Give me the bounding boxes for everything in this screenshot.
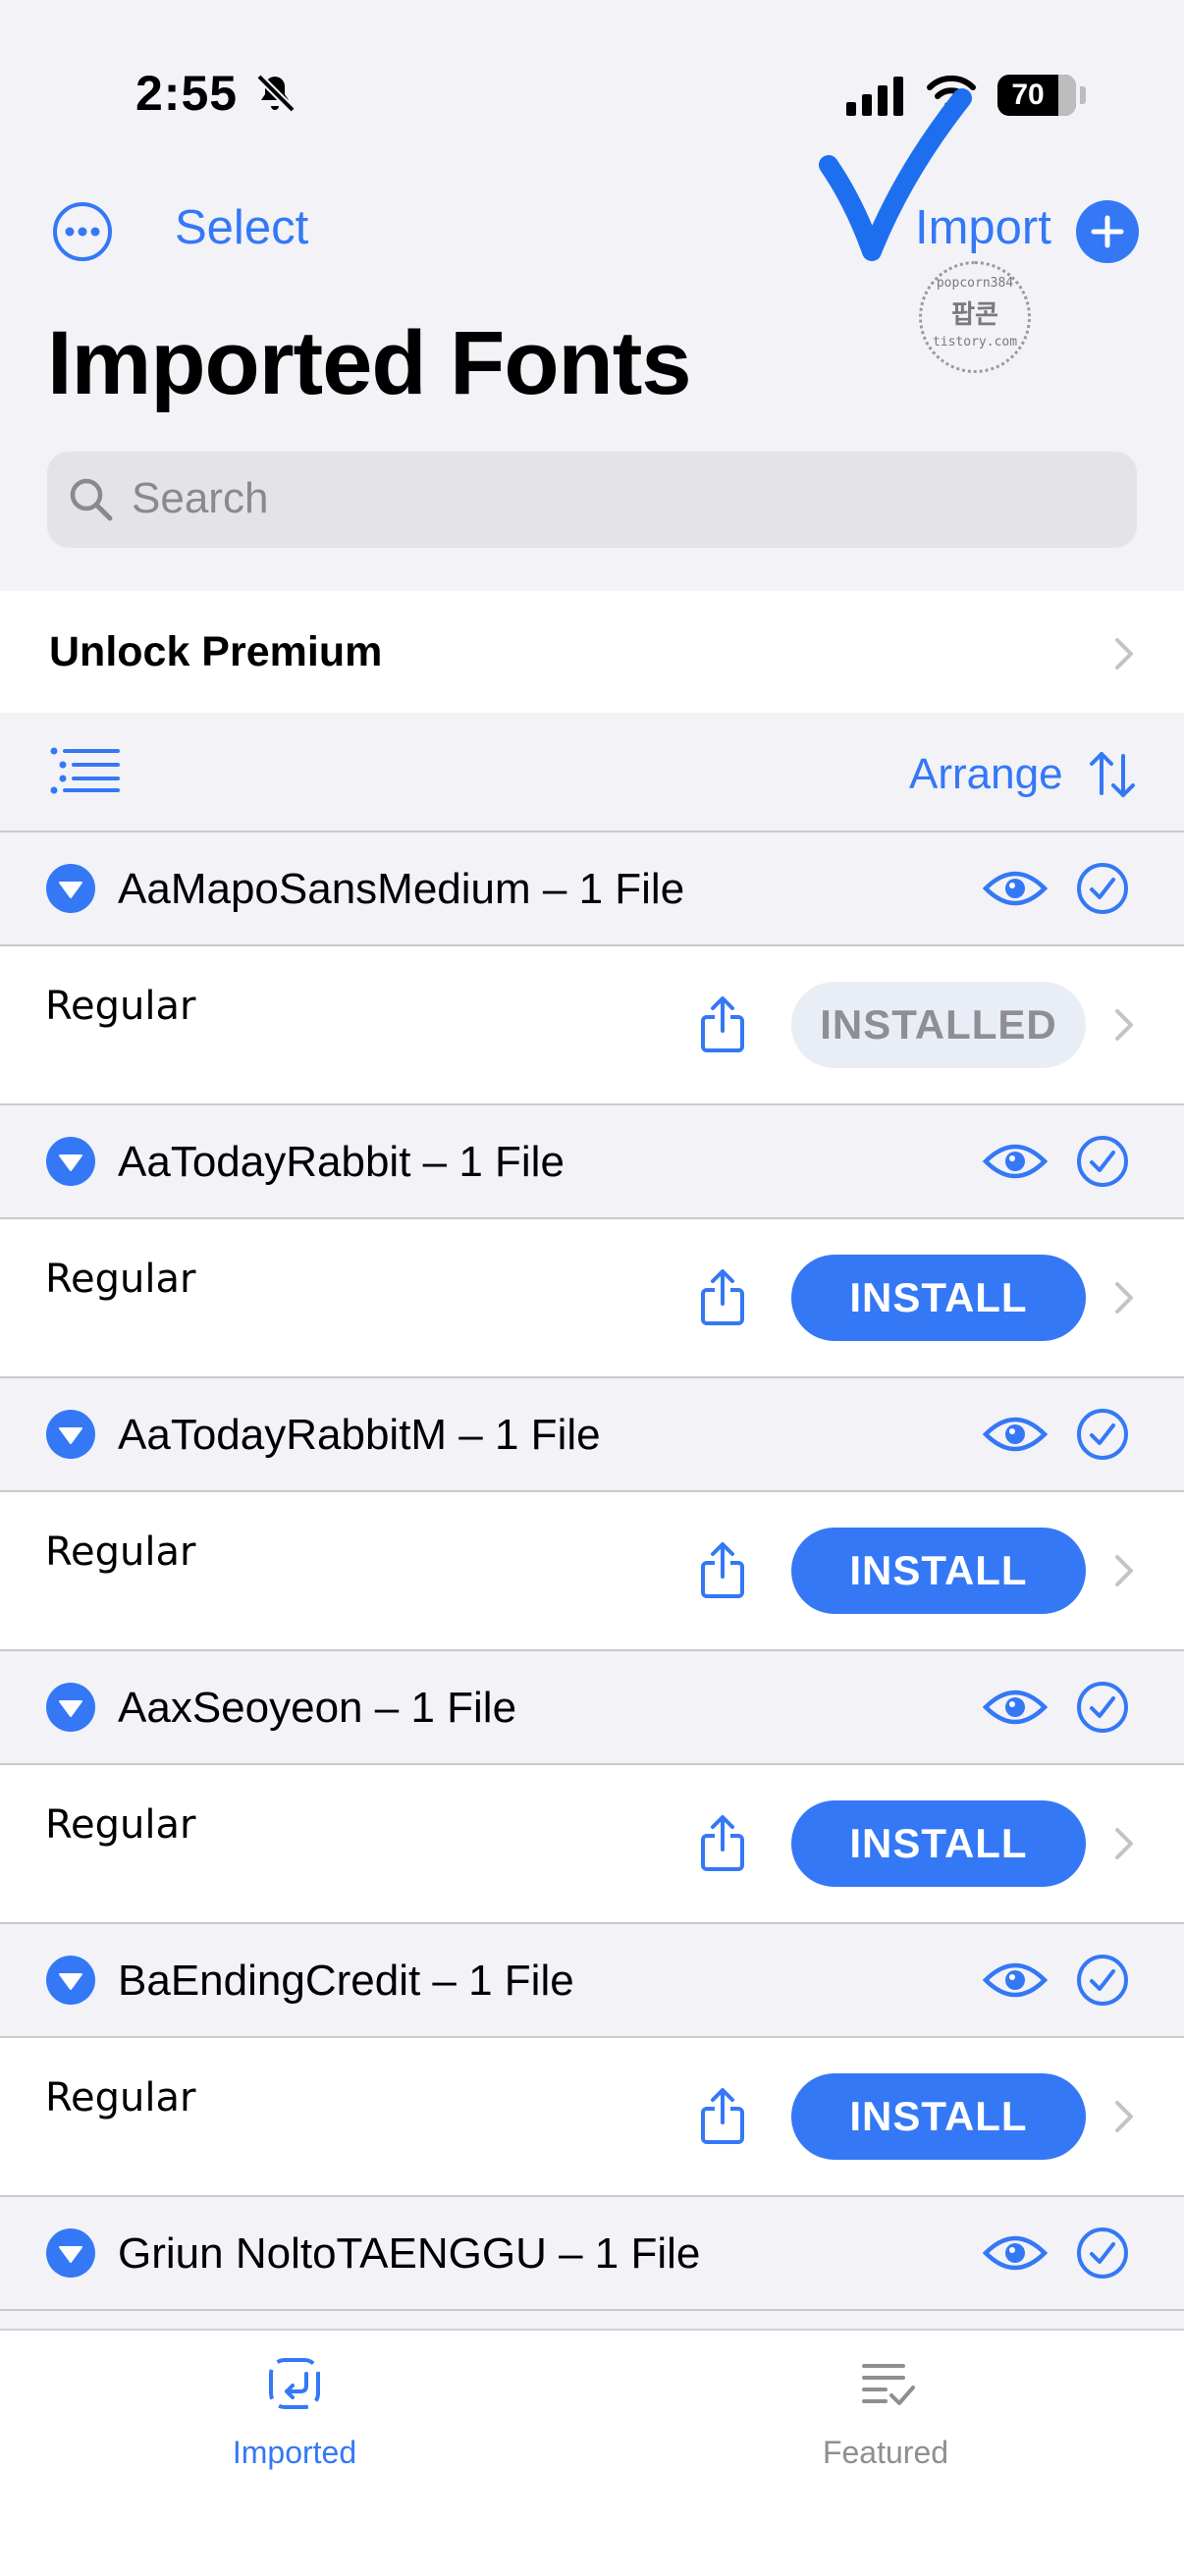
- disclosure-triangle-icon[interactable]: [45, 2227, 96, 2279]
- tab-imported-label: Imported: [232, 2435, 357, 2470]
- watermark-line3: tistory.com: [932, 335, 1018, 349]
- installed-badge: INSTALLED: [791, 982, 1086, 1068]
- preview-eye-icon[interactable]: [982, 1686, 1049, 1729]
- share-icon[interactable]: [697, 1541, 748, 1600]
- chevron-right-icon[interactable]: [1113, 1007, 1135, 1043]
- preview-eye-icon[interactable]: [982, 1413, 1049, 1456]
- battery-cap: [1080, 86, 1086, 104]
- chevron-right-icon[interactable]: [1113, 1826, 1135, 1861]
- font-style-label: Regular: [45, 2075, 196, 2120]
- font-group-title: Griun NoltoTAENGGU – 1 File: [118, 2229, 701, 2278]
- disclosure-triangle-icon[interactable]: [45, 1136, 96, 1187]
- chevron-right-icon[interactable]: [1113, 1553, 1135, 1588]
- select-checkmark-icon[interactable]: [1076, 2227, 1129, 2280]
- disclosure-triangle-icon[interactable]: [45, 863, 96, 914]
- search-placeholder: Search: [132, 474, 269, 522]
- font-group-title: AaTodayRabbit – 1 File: [118, 1138, 565, 1186]
- disclosure-triangle-icon[interactable]: [45, 1682, 96, 1733]
- select-button[interactable]: Select: [175, 200, 308, 255]
- tab-featured[interactable]: Featured: [768, 2352, 1003, 2490]
- select-checkmark-icon[interactable]: [1076, 1954, 1129, 2007]
- row-divider: [0, 2309, 1184, 2311]
- import-button[interactable]: Import: [915, 200, 1051, 255]
- page-title: Imported Fonts: [47, 313, 692, 413]
- search-icon: [70, 478, 113, 521]
- install-button[interactable]: INSTALL: [791, 2073, 1086, 2160]
- chevron-right-icon[interactable]: [1113, 2099, 1135, 2134]
- preview-eye-icon[interactable]: [982, 1140, 1049, 1183]
- featured-list-icon: [862, 2364, 915, 2405]
- share-icon[interactable]: [697, 995, 748, 1054]
- disclosure-triangle-icon[interactable]: [45, 1955, 96, 2006]
- tab-featured-label: Featured: [822, 2435, 949, 2470]
- preview-eye-icon[interactable]: [982, 867, 1049, 910]
- unlock-premium-label: Unlock Premium: [49, 628, 383, 675]
- preview-eye-icon[interactable]: [982, 1959, 1049, 2002]
- font-style-label: Regular: [45, 1802, 196, 1848]
- font-group-title: BaEndingCredit – 1 File: [118, 1957, 574, 2005]
- watermark-line1: popcorn384: [936, 276, 1014, 291]
- sort-arrows-icon[interactable]: [1088, 750, 1137, 799]
- font-style-label: Regular: [45, 1530, 196, 1575]
- font-style-label: Regular: [45, 1257, 196, 1302]
- battery-level: 70: [1011, 79, 1045, 111]
- watermark-stamp: popcorn384 팝콘 tistory.com: [919, 261, 1031, 373]
- watermark-line2: 팝콘: [951, 300, 998, 330]
- select-checkmark-icon[interactable]: [1076, 862, 1129, 915]
- share-icon[interactable]: [697, 1268, 748, 1327]
- font-group-title: AaxSeoyeon – 1 File: [118, 1684, 517, 1732]
- select-checkmark-icon[interactable]: [1076, 1135, 1129, 1188]
- battery-icon: 70: [997, 75, 1076, 116]
- share-icon[interactable]: [697, 2087, 748, 2146]
- arrange-button[interactable]: Arrange: [909, 750, 1063, 799]
- add-icon[interactable]: [1076, 200, 1139, 263]
- tab-imported[interactable]: Imported: [177, 2352, 412, 2490]
- more-options-icon[interactable]: [51, 200, 114, 263]
- imported-fonts-icon: [269, 2358, 320, 2409]
- select-checkmark-icon[interactable]: [1076, 1681, 1129, 1734]
- share-icon[interactable]: [697, 1814, 748, 1873]
- bell-slash-icon: [256, 74, 296, 113]
- install-button[interactable]: INSTALL: [791, 1528, 1086, 1614]
- list-view-icon[interactable]: [49, 746, 122, 795]
- chevron-right-icon: [1115, 638, 1133, 670]
- font-style-label: Regular: [45, 984, 196, 1029]
- font-group-title: AaMapoSansMedium – 1 File: [118, 865, 685, 913]
- install-button[interactable]: INSTALL: [791, 1800, 1086, 1887]
- status-time: 2:55: [135, 66, 239, 121]
- font-group-title: AaTodayRabbitM – 1 File: [118, 1411, 601, 1459]
- disclosure-triangle-icon[interactable]: [45, 1409, 96, 1460]
- install-button[interactable]: INSTALL: [791, 1255, 1086, 1341]
- select-checkmark-icon[interactable]: [1076, 1408, 1129, 1461]
- chevron-right-icon[interactable]: [1113, 1280, 1135, 1315]
- preview-eye-icon[interactable]: [982, 2231, 1049, 2275]
